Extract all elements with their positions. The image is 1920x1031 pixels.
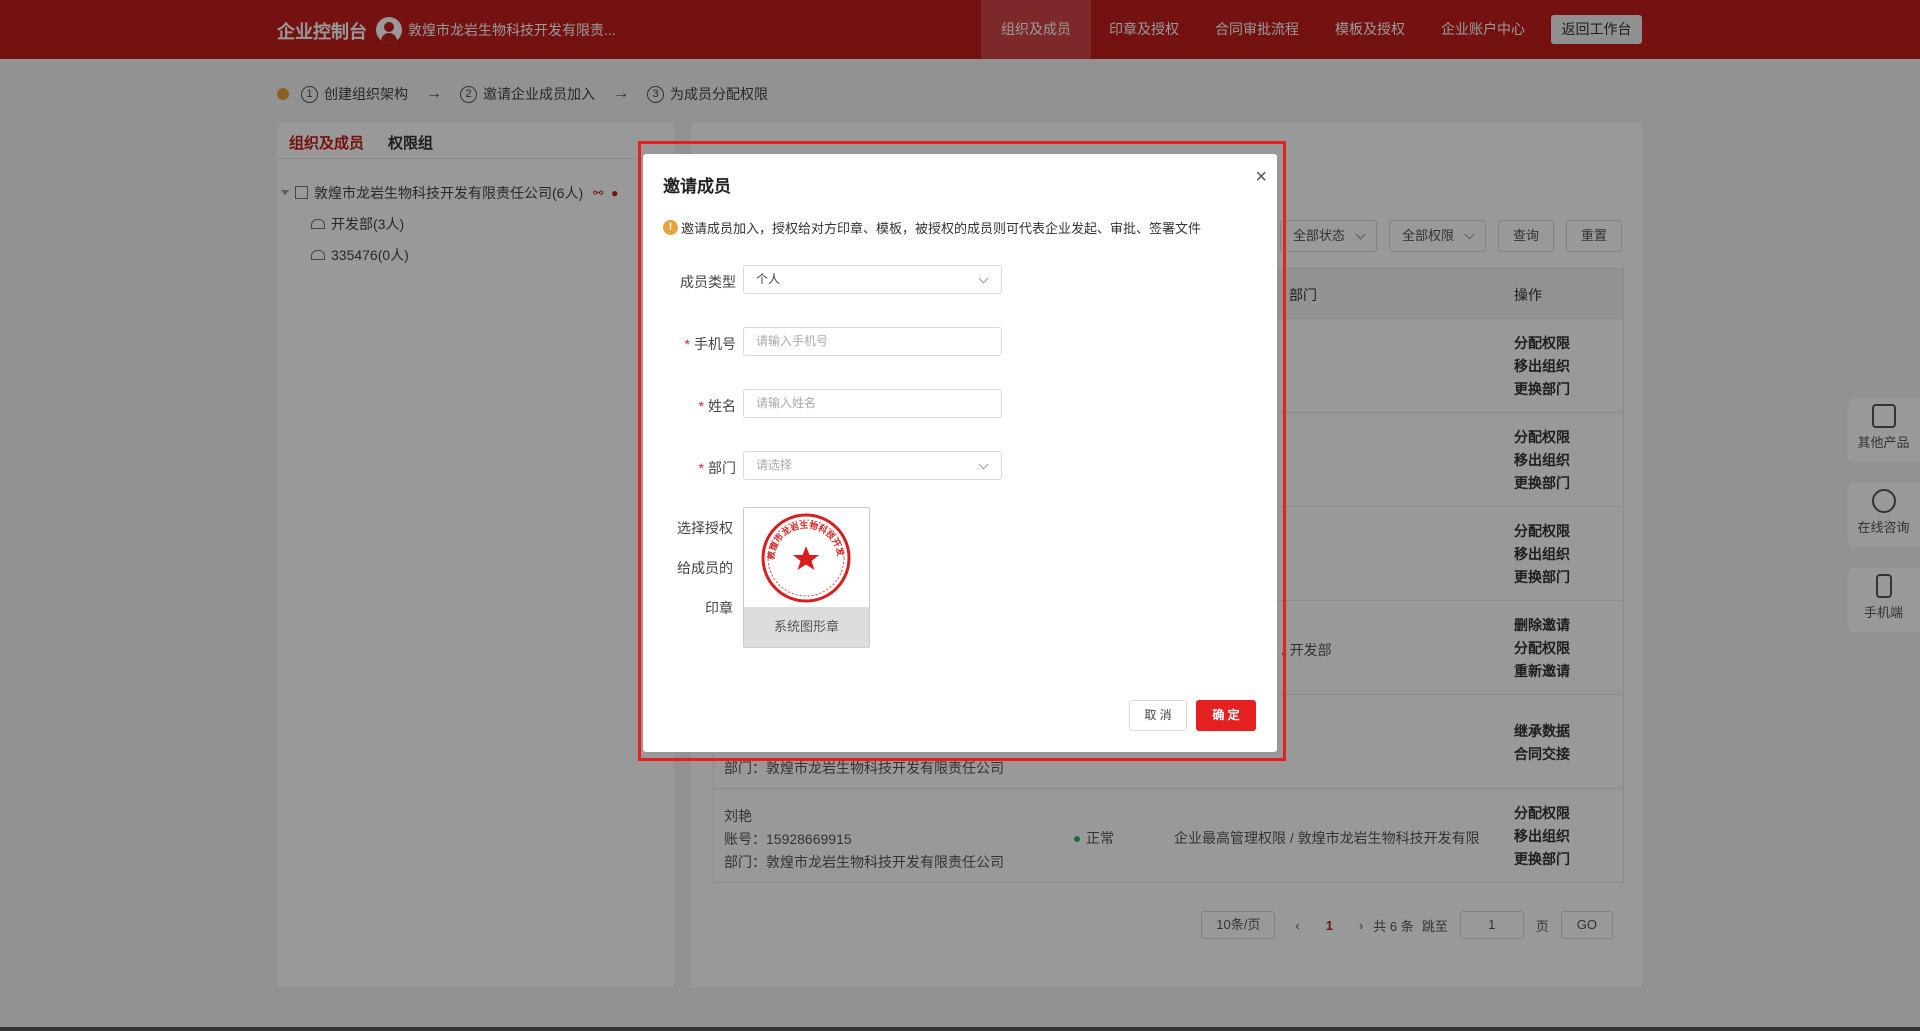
phone-label-text: 手机号 — [694, 336, 736, 352]
dept-placeholder: 请选择 — [756, 458, 793, 472]
seal-label-line: 给成员的 — [677, 560, 733, 576]
company-seal-graphic: 敦煌市龙岩生物科技开发有限责任公司 — [739, 500, 851, 603]
chevron-down-icon — [978, 273, 989, 284]
phone-label: * 手机号 — [684, 336, 736, 352]
dialog-title: 邀请成员 — [663, 177, 731, 196]
cancel-button[interactable]: 取 消 — [1129, 700, 1187, 731]
member-type-label: 成员类型 — [680, 274, 736, 290]
chevron-down-icon — [978, 459, 989, 470]
seal-label: 选择授权 给成员的 印章 — [673, 508, 733, 628]
close-icon[interactable]: × — [1255, 166, 1267, 189]
tip-text: 邀请成员加入，授权给对方印章、模板，被授权的成员则可代表企业发起、审批、签署文件 — [681, 221, 1202, 236]
warning-icon: ! — [663, 220, 678, 235]
dept-select[interactable]: 请选择 — [743, 451, 1002, 480]
invite-member-dialog: 邀请成员 × ! 邀请成员加入，授权给对方印章、模板，被授权的成员则可代表企业发… — [643, 154, 1277, 752]
confirm-button[interactable]: 确 定 — [1196, 700, 1256, 731]
name-label-text: 姓名 — [708, 398, 736, 414]
member-type-value: 个人 — [756, 272, 781, 286]
name-input[interactable]: 请输入姓名 — [743, 389, 1002, 418]
phone-input[interactable]: 请输入手机号 — [743, 327, 1002, 356]
name-label: * 姓名 — [698, 398, 736, 414]
seal-caption: 系统图形章 — [744, 607, 869, 647]
member-type-select[interactable]: 个人 — [743, 265, 1002, 294]
dialog-tip: ! 邀请成员加入，授权给对方印章、模板，被授权的成员则可代表企业发起、审批、签署… — [663, 218, 1201, 237]
dept-label-text: 部门 — [708, 460, 736, 476]
company-seal-image: 敦煌市龙岩生物科技开发有限责任公司 — [739, 500, 869, 607]
seal-label-line: 印章 — [705, 600, 733, 616]
seal-option-card[interactable]: 敦煌市龙岩生物科技开发有限责任公司 系统图形章 — [739, 500, 870, 648]
dept-label: * 部门 — [698, 460, 736, 476]
seal-label-line: 选择授权 — [677, 520, 733, 536]
